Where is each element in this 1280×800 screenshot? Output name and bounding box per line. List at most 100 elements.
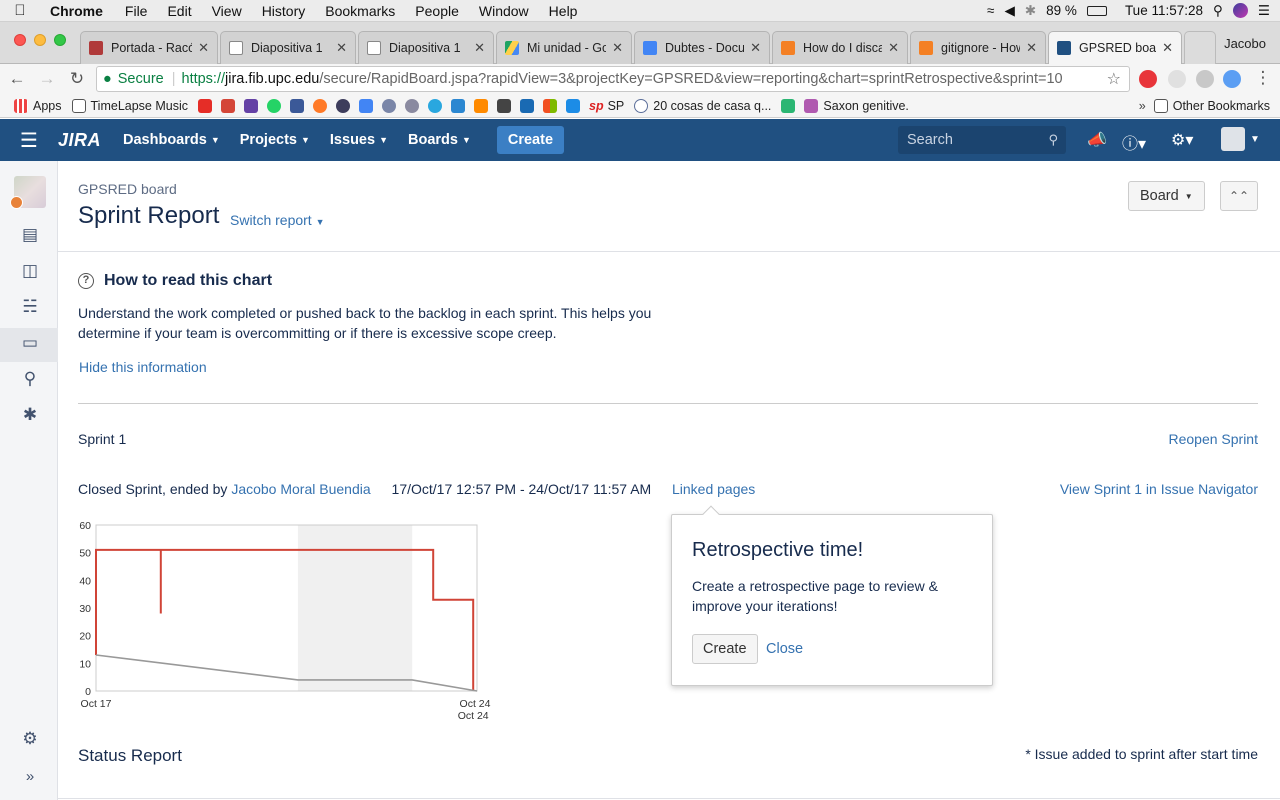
gmail-icon[interactable] [221, 98, 235, 113]
jira-logo[interactable]: JIRA [58, 130, 101, 151]
browser-tab[interactable]: How do I discard ✕ [772, 31, 908, 64]
siri-icon[interactable] [1232, 3, 1248, 18]
project-settings-icon[interactable]: ⚙ [18, 729, 42, 753]
windows-icon[interactable] [543, 98, 557, 113]
active-sprints-icon[interactable]: ◫ [18, 261, 42, 285]
tab-close-icon[interactable]: ✕ [1026, 40, 1037, 56]
menu-edit[interactable]: Edit [157, 3, 201, 19]
battery-percent[interactable]: 89 % [1046, 3, 1077, 18]
browser-tab[interactable]: Diapositiva 1 ✕ [220, 31, 356, 64]
chrome-profile-name[interactable]: Jacobo [1224, 36, 1266, 51]
closed-by-user-link[interactable]: Jacobo Moral Buendia [231, 481, 370, 497]
youtube-icon[interactable] [198, 98, 212, 113]
clock[interactable]: Tue 11:57:28 [1125, 3, 1203, 18]
twitch-icon[interactable] [244, 98, 258, 113]
browser-tab[interactable]: Mi unidad - Google Drive ✕ [496, 31, 632, 64]
apple-menu-icon[interactable]:  [0, 2, 40, 19]
whatsapp-icon[interactable] [267, 98, 281, 113]
view-sprint-in-issue-navigator-link[interactable]: View Sprint 1 in Issue Navigator [1060, 481, 1258, 497]
house-icon[interactable] [497, 98, 511, 113]
hamburger-menu-icon[interactable]: ☰ [0, 128, 58, 153]
opera-extension-icon[interactable] [1139, 70, 1157, 88]
green-c-icon[interactable] [781, 98, 796, 113]
app-name-menu[interactable]: Chrome [40, 3, 115, 19]
forward-icon[interactable]: → [34, 69, 60, 89]
board-dropdown-button[interactable]: Board ▼ [1128, 181, 1205, 211]
close-window-button[interactable] [14, 34, 26, 46]
seal-icon[interactable] [382, 98, 396, 113]
minimize-window-button[interactable] [34, 34, 46, 46]
bookmark-apps[interactable]: Apps [14, 98, 62, 113]
spotlight-search-icon[interactable]: ⚲ [1213, 3, 1223, 19]
wifi-icon[interactable]: ≈ [987, 3, 994, 18]
browser-tab[interactable]: Dubtes - Documentos ✕ [634, 31, 770, 64]
facebook-icon[interactable] [290, 98, 304, 113]
expand-sidebar-icon[interactable]: » [18, 768, 42, 792]
close-popup-link[interactable]: Close [766, 641, 803, 657]
linked-pages-link[interactable]: Linked pages [672, 481, 755, 497]
maximize-window-button[interactable] [54, 34, 66, 46]
issues-search-icon[interactable]: ⚲ [18, 369, 42, 393]
nav-issues[interactable]: Issues ▼ [330, 132, 388, 148]
collapse-header-button[interactable]: ⌃⌃ [1220, 181, 1258, 211]
add-ons-icon[interactable]: ✱ [18, 405, 42, 429]
browser-tab[interactable]: gitignore - How ✕ [910, 31, 1046, 64]
caret-down-icon[interactable]: ▼ [1250, 134, 1260, 145]
tab-close-icon[interactable]: ✕ [474, 40, 485, 56]
reopen-sprint-link[interactable]: Reopen Sprint [1168, 431, 1258, 447]
bookmark-saxon[interactable]: Saxon genitive. [804, 98, 909, 113]
megaphone-icon[interactable]: 📣 [1087, 130, 1107, 150]
releases-icon[interactable]: ☵ [18, 297, 42, 321]
browser-tab[interactable]: Portada - Racó ✕ [80, 31, 218, 64]
create-retrospective-button[interactable]: Create [692, 634, 758, 664]
reload-icon[interactable]: ↻ [64, 69, 90, 89]
tab-close-icon[interactable]: ✕ [1162, 40, 1173, 56]
translate-icon[interactable] [359, 98, 373, 113]
tab-close-icon[interactable]: ✕ [612, 40, 623, 56]
volume-icon[interactable]: ◀ [1004, 3, 1014, 19]
settings-gear-icon[interactable]: ⚙▾ [1171, 130, 1193, 150]
menu-help[interactable]: Help [539, 3, 588, 19]
tab-close-icon[interactable]: ✕ [198, 40, 209, 56]
create-issue-button[interactable]: Create [496, 126, 565, 154]
download-extension-icon[interactable] [1223, 70, 1241, 88]
back-icon[interactable]: ← [4, 69, 30, 89]
chrome-menu-icon[interactable]: ⋮ [1250, 68, 1276, 88]
dropbox-icon[interactable] [451, 98, 465, 113]
menu-view[interactable]: View [202, 3, 252, 19]
lyrics-extension-icon[interactable] [1168, 70, 1186, 88]
bookmark-star-icon[interactable]: ☆ [1107, 69, 1121, 89]
nav-projects[interactable]: Projects ▼ [240, 132, 310, 148]
menu-file[interactable]: File [115, 3, 158, 19]
address-bar[interactable]: ● Secure | https:// jira.fib.upc.edu /se… [96, 66, 1130, 92]
nav-boards[interactable]: Boards ▼ [408, 132, 471, 148]
wattpad-icon[interactable] [566, 98, 580, 113]
menu-people[interactable]: People [405, 3, 469, 19]
grey-extension-icon[interactable] [1196, 70, 1214, 88]
circle-icon[interactable] [428, 98, 442, 113]
header-search-input[interactable]: Search ⚲ [898, 126, 1066, 154]
switch-report-dropdown[interactable]: Switch report ▼ [230, 212, 325, 228]
bluetooth-icon[interactable]: ✱ [1025, 3, 1036, 19]
tab-close-icon[interactable]: ✕ [888, 40, 899, 56]
menu-history[interactable]: History [252, 3, 316, 19]
bookmark-timelapse[interactable]: TimeLapse Music [71, 98, 188, 113]
bookmark-other[interactable]: Other Bookmarks [1153, 98, 1270, 113]
browser-tab[interactable]: Diapositiva 1 ✕ [358, 31, 494, 64]
reports-icon[interactable]: ▭ [18, 333, 42, 357]
more-bookmarks-icon[interactable]: » [1139, 99, 1146, 113]
bookmark-20-cosas[interactable]: 20 cosas de casa q... [634, 98, 771, 113]
hide-information-link[interactable]: Hide this information [79, 359, 207, 375]
figure-icon[interactable] [405, 98, 419, 113]
tab-close-icon[interactable]: ✕ [750, 40, 761, 56]
browser-tab-active[interactable]: GPSRED board ✕ [1048, 31, 1182, 64]
bookmark-icon-dark[interactable] [336, 98, 350, 113]
user-avatar[interactable] [1221, 127, 1245, 151]
help-menu-icon[interactable]: ⓘ▾ [1122, 130, 1146, 154]
backlog-icon[interactable]: ▤ [18, 225, 42, 249]
battery-icon[interactable] [1086, 5, 1107, 16]
yt-mp3-icon[interactable] [520, 98, 534, 113]
menu-bookmarks[interactable]: Bookmarks [315, 3, 405, 19]
tab-close-icon[interactable]: ✕ [336, 40, 347, 56]
play-icon[interactable] [474, 98, 488, 113]
